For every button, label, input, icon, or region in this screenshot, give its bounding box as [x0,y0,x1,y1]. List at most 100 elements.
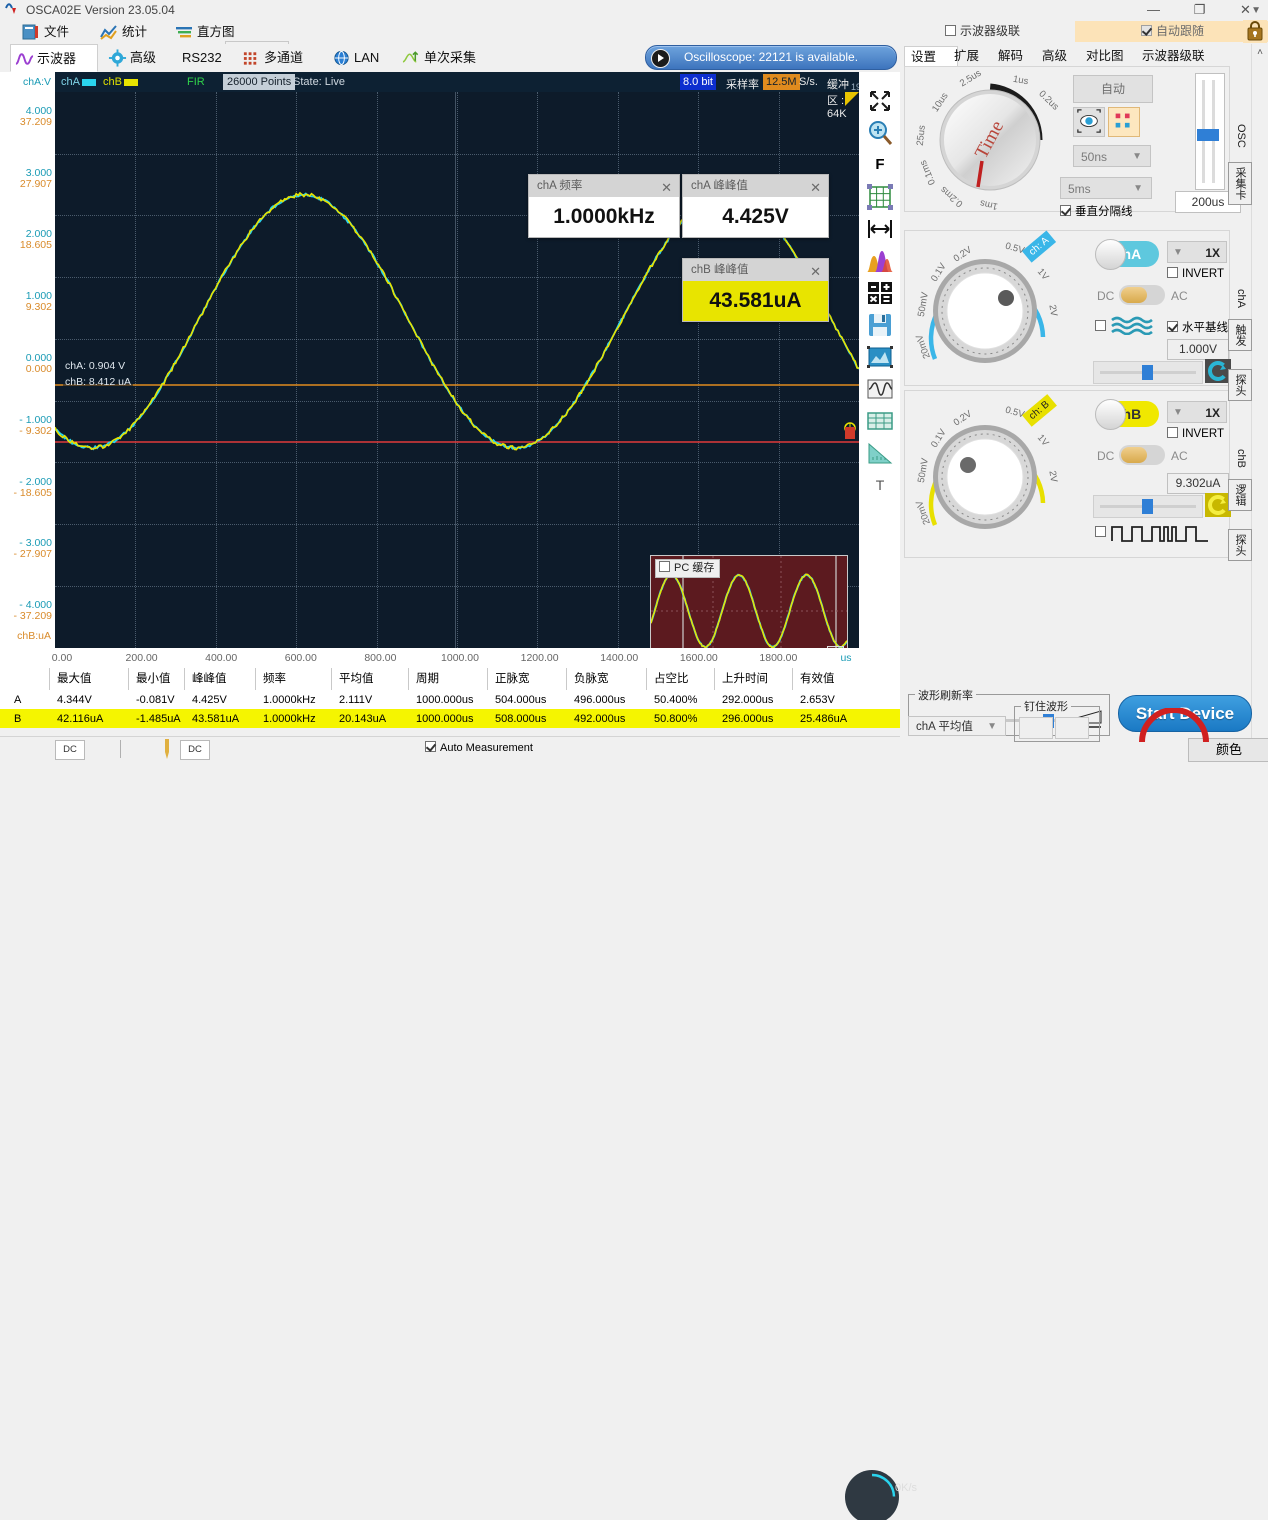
side-tab-chB[interactable]: chB [1230,449,1252,468]
tab-lan[interactable]: LAN [328,44,394,72]
cha-offset-value[interactable]: 1.000V [1167,339,1229,360]
menu-item-statistics[interactable]: 统计 [100,22,147,42]
vertical-divider-checkbox[interactable]: 垂直分隔线 [1060,203,1133,219]
grid-icon[interactable] [865,182,895,212]
timebase-vertical-slider[interactable] [1195,73,1225,190]
time-knob[interactable]: Time 2.5us 1us 0.2us 10us 25us 0.1ms 0.2… [925,75,1055,205]
side-tab-探头[interactable]: 探头 [1228,529,1252,561]
scope-state-label: State: Live [293,76,345,88]
measure-width-icon[interactable] [865,214,895,244]
side-tab-OSC[interactable]: OSC [1230,124,1252,148]
scroll-up-icon[interactable]: ˄ [1252,44,1268,61]
waveform-icon[interactable] [865,374,895,404]
menu-histogram-label: 直方图 [197,25,235,39]
chb-pulse-checkbox[interactable] [1095,525,1110,539]
calculator-icon[interactable] [865,278,895,308]
zoom-in-icon[interactable] [865,118,895,148]
save-icon[interactable] [865,310,895,340]
measurement-select[interactable]: chA 平均值 ▼ [908,716,1006,736]
cascade-checkbox[interactable]: 示波器级联 [945,21,1075,42]
side-tab-触发[interactable]: 触发 [1228,319,1252,351]
pin-wave-remove-button[interactable] [1055,717,1089,739]
chb-coupling-toggle[interactable] [1119,445,1165,465]
right-panel-scrollbar[interactable]: ˄ ˅ [1251,44,1268,760]
y-tick-chb: 18.605 [20,239,52,251]
chb-enable-toggle[interactable]: chB [1097,401,1159,427]
chb-invert-checkbox[interactable]: INVERT [1167,427,1224,440]
table-row[interactable]: B 42.116uA -1.485uA 43.581uA 1.0000kHz 20.143… [0,709,900,728]
ruler-icon[interactable] [865,438,895,468]
maximize-button[interactable]: ❐ [1177,0,1222,20]
scope-samplerate-value: 12.5M [763,74,800,90]
side-tab-chA[interactable]: chA [1230,289,1252,308]
cha-color-swatch [82,79,96,86]
chb-probe-value: 1X [1205,402,1220,424]
pc-buffer-checkbox[interactable]: PC 缓存 [655,559,720,578]
chb-offset-value[interactable]: 9.302uA [1167,473,1229,494]
histogram-icon[interactable] [865,246,895,276]
side-tab-探头[interactable]: 探头 [1228,369,1252,401]
right-tab-示波器级联[interactable]: 示波器级联 [1136,46,1234,66]
cha-coupling-toggle[interactable] [1119,285,1165,305]
table-icon[interactable] [865,406,895,436]
status-dc-right[interactable]: DC [180,740,210,760]
cha-wave-checkbox[interactable] [1095,319,1110,333]
lock-button[interactable] [1243,20,1267,43]
pin-wave-add-button[interactable] [1019,717,1053,739]
trigger-level-handle[interactable] [845,427,855,439]
cha-enable-toggle[interactable]: chA [1097,241,1159,267]
right-tab-对比图[interactable]: 对比图 [1080,46,1144,66]
side-tab-逻辑[interactable]: 逻辑 [1228,479,1252,511]
cha-invert-checkbox[interactable]: INVERT [1167,267,1224,280]
x-tick-label: 600.00 [285,652,317,664]
measure-card-chb-peakpeak[interactable]: chB 峰峰值 ✕ 43.581uA [682,258,829,322]
cha-invert-label: INVERT [1182,268,1224,280]
table-column-header: 频率 [263,669,286,689]
slider-thumb[interactable] [1197,129,1219,141]
close-button[interactable]: ✕ [1223,0,1268,20]
status-dc-left[interactable]: DC [55,740,85,760]
auto-measurement-checkbox[interactable]: Auto Measurement [425,741,533,754]
slider-thumb[interactable] [1142,365,1153,380]
side-tab-采集卡[interactable]: 采集卡 [1228,162,1252,205]
title-bar: OSCA02E Version 23.05.04 — ❐ ✕ [0,0,1268,20]
expand-icon[interactable] [865,86,895,116]
cha-probe-select[interactable]: ▼ 1X [1167,241,1227,263]
auto-button[interactable]: 自动 [1073,75,1153,103]
fourier-icon[interactable]: F [865,150,895,180]
auto-follow-checkbox[interactable]: 自动跟随 [1141,21,1237,42]
tab-advanced[interactable]: 高级 [104,44,174,72]
pin-wave-group: 钉住波形 [1014,706,1100,742]
table-column-header: 负脉宽 [574,669,609,689]
cha-volts-knob[interactable]: 0.2V 0.5V 0.1V 1V 50mV 2V 20mV ch: A [913,237,1065,379]
menu-item-file[interactable]: 文件 [22,22,69,42]
notification-banner[interactable]: Oscilloscope: 22121 is available. [645,45,897,70]
close-icon[interactable]: ✕ [810,177,821,199]
tab-single-shot[interactable]: 单次采集 [398,44,498,72]
time-tick-label: 1ms [979,197,999,211]
cha-offset-slider[interactable] [1093,361,1203,384]
screenshot-icon[interactable] [865,342,895,372]
measure-card-cha-peakpeak[interactable]: chA 峰峰值 ✕ 4.425V [682,174,829,238]
chb-offset-slider[interactable] [1093,495,1203,518]
chb-probe-select[interactable]: ▼ 1X [1167,401,1227,423]
minimize-button[interactable]: — [1131,0,1176,20]
close-icon[interactable]: ✕ [810,261,821,283]
fine-timebase-select[interactable]: 50ns ▼ [1073,145,1151,167]
dots-icon[interactable] [1108,107,1140,137]
text-tool-icon[interactable]: T [865,470,895,500]
table-row[interactable]: A 4.344V -0.081V 4.425V 1.0000kHz 2.111V 1000.… [0,690,900,709]
close-icon[interactable]: ✕ [661,177,672,199]
tab-rs232[interactable]: RS232 [178,44,234,72]
eye-icon[interactable] [1073,107,1105,137]
tab-oscilloscope[interactable]: 示波器 [10,44,98,72]
chb-volts-knob[interactable]: 0.2V 0.5V 0.1V 1V 50mV 2V 20mV ch: B [913,397,1065,547]
table-separator [714,668,715,690]
tab-multichannel[interactable]: 多通道 [238,44,324,72]
menu-bar: 文件 统计 直方图 ID: auto ▼ [0,20,900,44]
cha-baseline-checkbox[interactable]: 水平基线 [1167,319,1228,335]
measure-card-cha-frequency[interactable]: chA 频率 ✕ 1.0000kHz [528,174,680,238]
slider-thumb[interactable] [1142,499,1153,514]
coarse-timebase-select[interactable]: 5ms ▼ [1060,177,1152,199]
menu-item-histogram[interactable]: 直方图 [175,22,235,42]
